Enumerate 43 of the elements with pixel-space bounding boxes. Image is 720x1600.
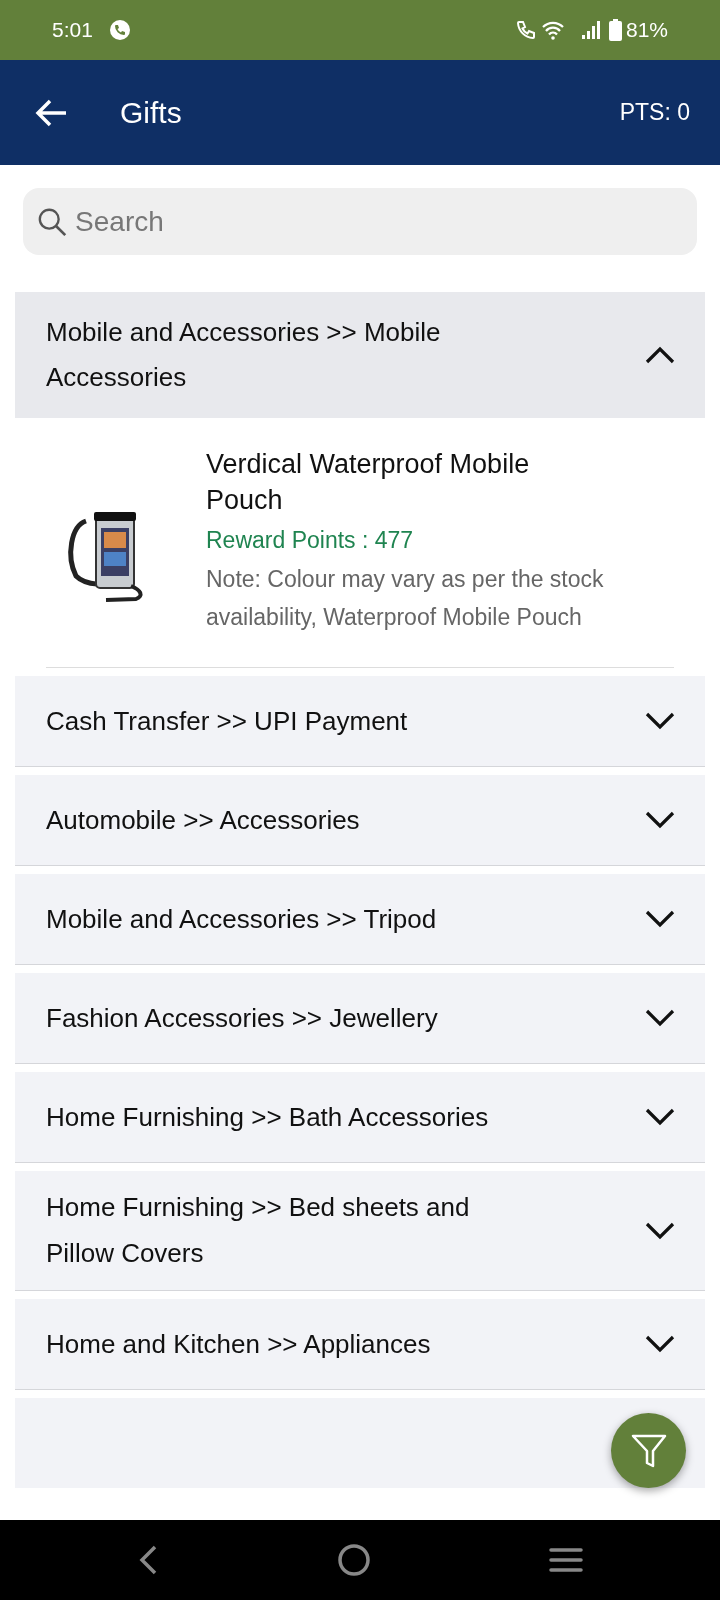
- chevron-down-icon: [645, 1335, 675, 1354]
- chevron-up-icon: [645, 346, 675, 364]
- back-button[interactable]: [34, 97, 68, 128]
- category-label: Mobile and Accessories >> Mobile Accessories: [46, 315, 442, 394]
- call-icon: [514, 19, 537, 41]
- category-header[interactable]: Mobile and Accessories >> Mobile Accessories: [15, 292, 705, 418]
- category-header[interactable]: Fashion Accessories >> Jewellery: [15, 973, 705, 1064]
- product-note: Note: Colour may vary as per the stock availability, Waterproof Mobile Pouch: [206, 565, 605, 633]
- category-label: Mobile and Accessories >> Tripod: [46, 902, 437, 936]
- search-bar[interactable]: Search: [23, 188, 697, 255]
- wifi-icon: [540, 20, 565, 40]
- home-icon[interactable]: [337, 1543, 371, 1577]
- category-header[interactable]: Automobile >> Accessories: [15, 775, 705, 866]
- chevron-down-icon: [645, 910, 675, 929]
- category-header[interactable]: Home and Kitchen >> Appliances: [15, 1299, 705, 1390]
- menu-icon[interactable]: [549, 1546, 583, 1574]
- chevron-down-icon: [645, 1221, 675, 1240]
- category-label: Automobile >> Accessories: [46, 803, 360, 837]
- chevron-down-icon: [645, 811, 675, 830]
- list-row[interactable]: [15, 1398, 705, 1489]
- chevron-down-icon: [645, 1009, 675, 1028]
- category-label: Home Furnishing >> Bath Accessories: [46, 1100, 489, 1134]
- battery-icon: [608, 19, 622, 41]
- category-header[interactable]: Home Furnishing >> Bath Accessories: [15, 1072, 705, 1163]
- search-field[interactable]: Search: [75, 200, 683, 243]
- back-icon[interactable]: [137, 1544, 159, 1576]
- category-header[interactable]: Home Furnishing >> Bed sheets and Pillow Covers: [15, 1171, 705, 1291]
- signal-icon: [580, 21, 601, 39]
- clock-time: 5:01: [52, 17, 93, 44]
- page-title: Gifts: [120, 95, 183, 131]
- category-label: Cash Transfer >> UPI Payment: [46, 704, 408, 738]
- product-title: Verdical Waterproof Mobile Pouch: [206, 448, 531, 518]
- category-label: Fashion Accessories >> Jewellery: [46, 1001, 438, 1035]
- chevron-down-icon: [645, 712, 675, 731]
- category-header[interactable]: Mobile and Accessories >> Tripod: [15, 874, 705, 965]
- category-label: Home and Kitchen >> Appliances: [46, 1327, 431, 1361]
- phone-bubble-icon: [108, 19, 131, 41]
- category-header[interactable]: Cash Transfer >> UPI Payment: [15, 676, 705, 767]
- battery-level: 81%: [625, 17, 668, 44]
- category-label: Home Furnishing >> Bed sheets and Pillow Covers: [46, 1191, 471, 1270]
- chevron-down-icon: [645, 1108, 675, 1127]
- reward-points: Reward Points : 477: [206, 525, 415, 555]
- points-balance: PTS: 0: [619, 98, 690, 128]
